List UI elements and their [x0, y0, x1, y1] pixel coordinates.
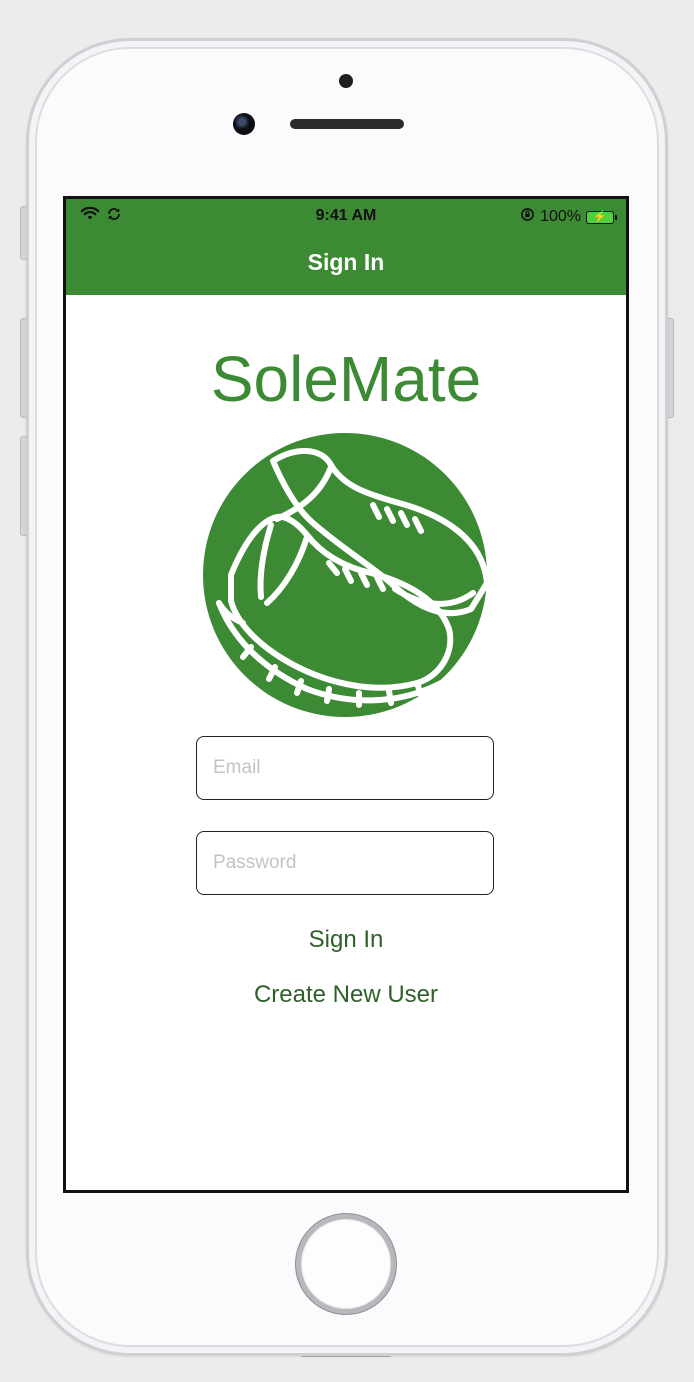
- proximity-sensor: [339, 74, 353, 88]
- battery-charging-icon: ⚡: [586, 210, 617, 224]
- email-field[interactable]: [196, 736, 494, 800]
- status-bar: 9:41 AM 100% ⚡: [66, 199, 626, 233]
- front-camera-icon: [233, 113, 255, 135]
- navigation-bar: 9:41 AM 100% ⚡ Sign In: [66, 199, 626, 295]
- earpiece-speaker: [290, 119, 404, 129]
- device-mockup: 9:41 AM 100% ⚡ Sign In SoleMate Email Si…: [0, 0, 694, 1382]
- running-shoes-icon: [203, 433, 490, 717]
- password-field[interactable]: [196, 831, 494, 895]
- home-button[interactable]: [296, 1214, 396, 1314]
- app-name: SoleMate: [210, 343, 482, 415]
- battery-percent: 100%: [540, 208, 581, 225]
- create-new-user-button[interactable]: Create New User: [66, 980, 626, 1010]
- orientation-lock-icon: [520, 207, 535, 227]
- status-right: 100% ⚡: [520, 207, 617, 227]
- page-title: Sign In: [307, 249, 385, 275]
- sign-in-button[interactable]: Sign In: [66, 925, 626, 955]
- app-screen: 9:41 AM 100% ⚡ Sign In SoleMate Email Si…: [63, 196, 629, 1193]
